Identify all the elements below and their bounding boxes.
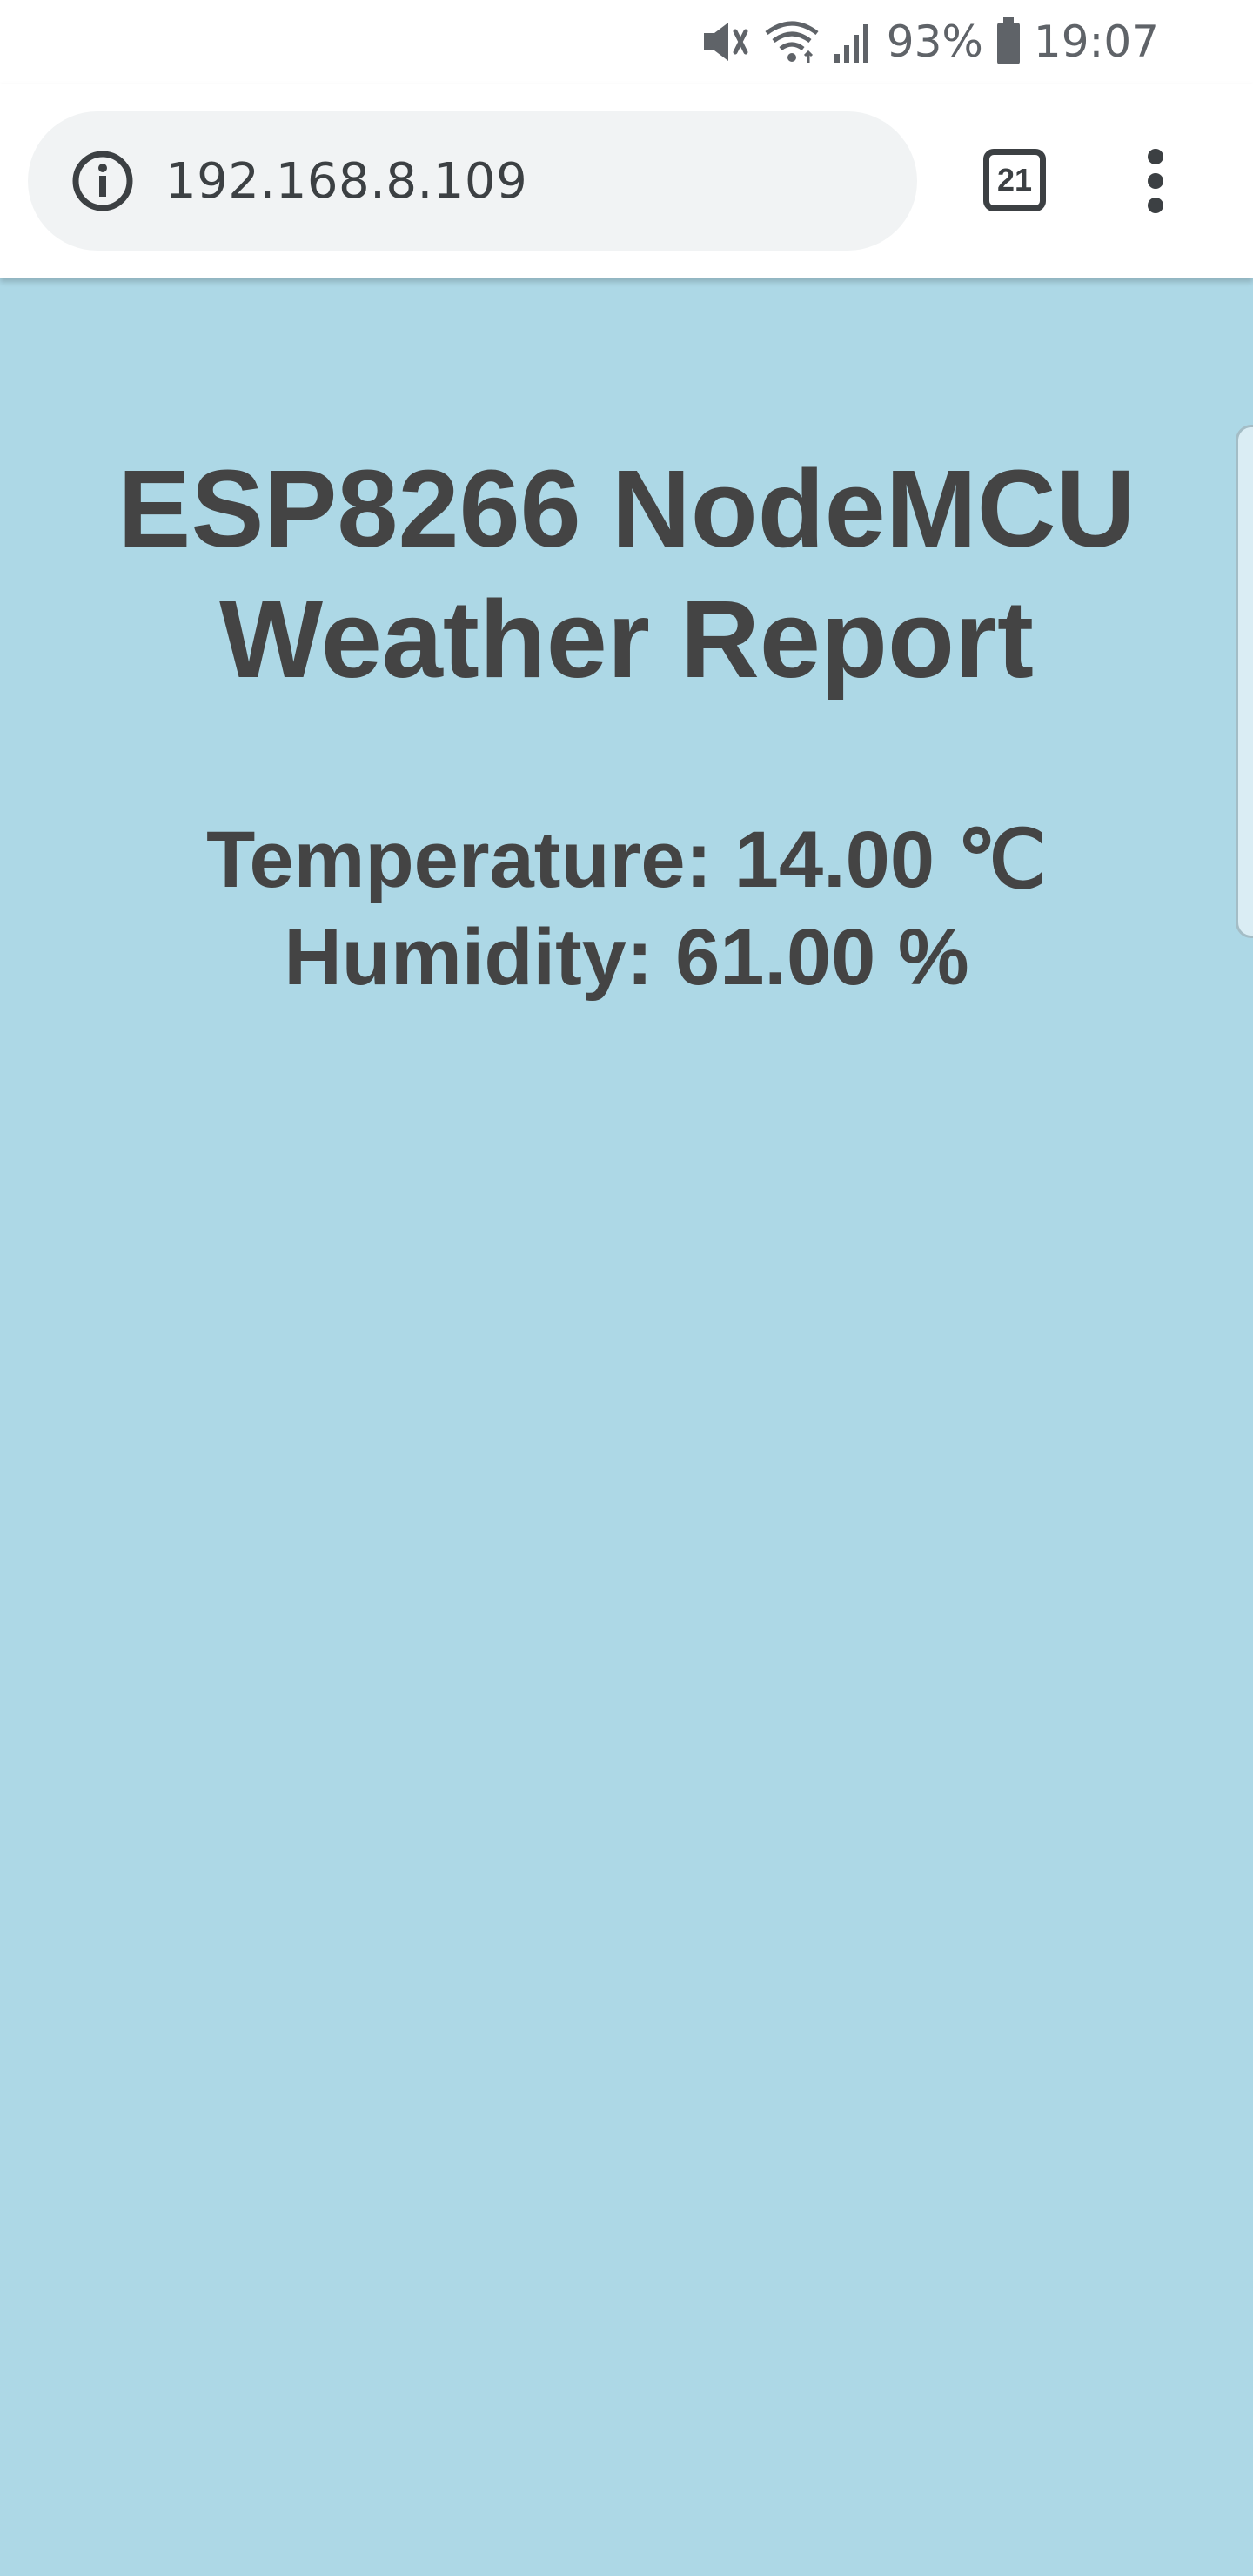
- address-bar[interactable]: 192.168.8.109: [28, 111, 917, 251]
- wifi-icon: [763, 19, 821, 64]
- browser-toolbar: 192.168.8.109 21: [0, 84, 1253, 278]
- mute-icon: [700, 19, 751, 64]
- status-icons: 93% 19:07: [700, 14, 1159, 70]
- page-title: ESP8266 NodeMCU Weather Report: [0, 444, 1253, 705]
- clock: 19:07: [1033, 17, 1159, 67]
- humidity-reading: Humidity: 61.00 %: [284, 913, 969, 1002]
- temperature-reading: Temperature: 14.00 ℃: [206, 815, 1047, 904]
- signal-icon: [833, 19, 874, 64]
- battery-percent: 93%: [886, 17, 983, 67]
- web-page: ESP8266 NodeMCU Weather Report Temperatu…: [0, 278, 1253, 2576]
- info-icon[interactable]: [71, 150, 134, 212]
- title-line-2: Weather Report: [219, 578, 1034, 701]
- menu-dot: [1148, 149, 1163, 164]
- url-text[interactable]: 192.168.8.109: [165, 153, 527, 210]
- scrollbar-handle[interactable]: [1236, 425, 1253, 938]
- weather-readings: Temperature: 14.00 ℃ Humidity: 61.00 %: [0, 811, 1253, 1006]
- more-vert-icon[interactable]: [1122, 138, 1189, 225]
- menu-dot: [1148, 198, 1163, 213]
- battery-icon: [995, 17, 1022, 66]
- tab-switcher-button[interactable]: 21: [983, 149, 1046, 211]
- menu-dot: [1148, 173, 1163, 189]
- status-bar: 93% 19:07: [0, 0, 1253, 84]
- title-line-1: ESP8266 NodeMCU: [117, 447, 1136, 570]
